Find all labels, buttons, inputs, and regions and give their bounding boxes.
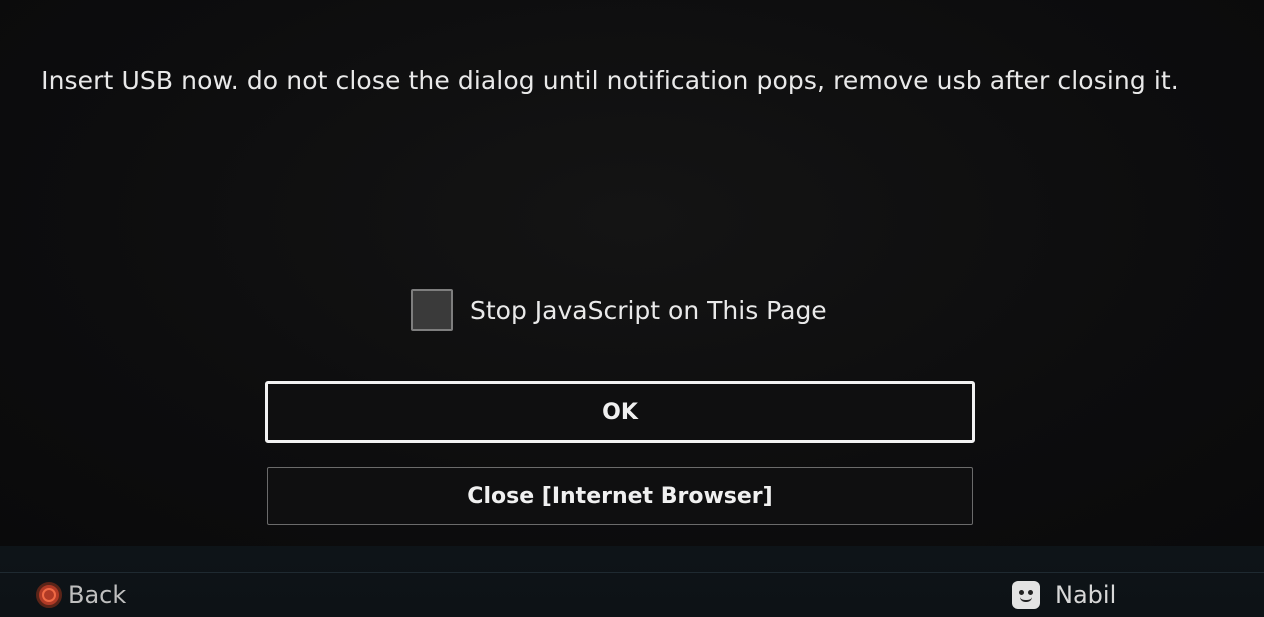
- bottom-bar-divider: [0, 572, 1264, 573]
- dialog-message: Insert USB now. do not close the dialog …: [41, 66, 1179, 95]
- bottom-bar: Back Nabil: [0, 546, 1264, 617]
- circle-button-icon: [36, 582, 62, 608]
- stop-javascript-label[interactable]: Stop JavaScript on This Page: [470, 296, 827, 325]
- avatar-icon: [1012, 581, 1040, 609]
- user-profile: Nabil: [1012, 581, 1116, 609]
- stop-javascript-option[interactable]: Stop JavaScript on This Page: [411, 287, 827, 333]
- back-button[interactable]: Back: [36, 581, 126, 609]
- back-label: Back: [68, 581, 127, 609]
- ok-button[interactable]: OK: [265, 381, 975, 443]
- javascript-alert-dialog: Insert USB now. do not close the dialog …: [0, 0, 1264, 546]
- user-name: Nabil: [1055, 581, 1117, 609]
- stop-javascript-checkbox[interactable]: [411, 289, 453, 331]
- close-browser-button[interactable]: Close [Internet Browser]: [267, 467, 973, 525]
